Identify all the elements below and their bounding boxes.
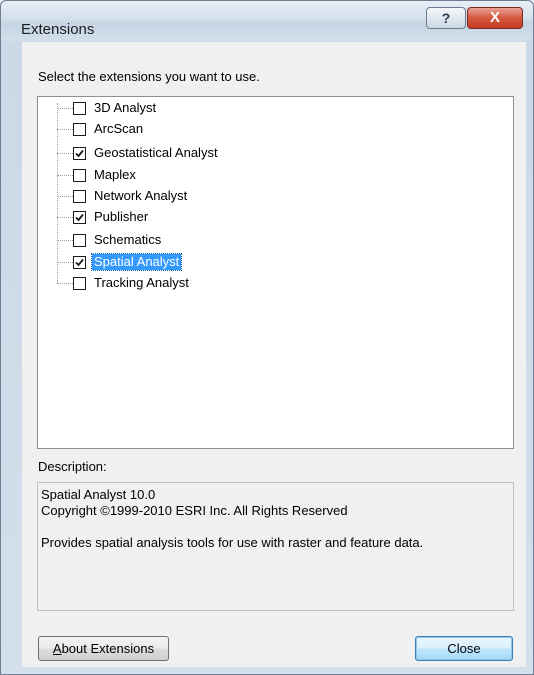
checkmark-icon	[75, 258, 84, 266]
tree-branch-line	[57, 261, 73, 263]
title-bar[interactable]: Extensions ? X	[1, 1, 533, 41]
extension-item-publisher[interactable]: Publisher	[57, 209, 150, 225]
checkmark-icon	[75, 149, 84, 157]
extension-checkbox[interactable]	[73, 101, 86, 115]
tree-branch-line	[57, 282, 73, 284]
tree-branch-line	[57, 174, 73, 176]
description-caption: Description:	[38, 459, 107, 474]
instruction-label: Select the extensions you want to use.	[38, 69, 260, 84]
extension-label[interactable]: Geostatistical Analyst	[92, 145, 220, 161]
window-close-button[interactable]: X	[467, 7, 523, 29]
extension-item-spatial-analyst[interactable]: Spatial Analyst	[57, 253, 183, 271]
tree-branch-line	[57, 107, 73, 109]
tree-branch-line	[57, 239, 73, 241]
tree-branch-line	[57, 152, 73, 154]
extension-label[interactable]: Publisher	[92, 209, 150, 225]
extension-checkbox[interactable]	[73, 276, 86, 290]
tree-branch-line	[57, 195, 73, 197]
extension-label[interactable]: Schematics	[92, 232, 163, 248]
extension-checkbox[interactable]	[73, 233, 86, 247]
extension-label[interactable]: Spatial Analyst	[90, 253, 183, 271]
extension-item-arcscan[interactable]: ArcScan	[57, 121, 145, 137]
extension-label[interactable]: 3D Analyst	[92, 100, 158, 116]
extension-checkbox[interactable]	[73, 122, 86, 136]
extension-item-geostatistical-analyst[interactable]: Geostatistical Analyst	[57, 145, 220, 161]
extension-item-schematics[interactable]: Schematics	[57, 232, 163, 248]
extension-label[interactable]: Maplex	[92, 167, 138, 183]
extension-label[interactable]: ArcScan	[92, 121, 145, 137]
extension-checkbox[interactable]	[73, 146, 86, 160]
checkmark-icon	[75, 213, 84, 221]
about-label: bout Extensions	[61, 641, 155, 656]
about-extensions-button[interactable]: About Extensions	[38, 636, 169, 661]
extension-item-maplex[interactable]: Maplex	[57, 167, 138, 183]
extension-item-network-analyst[interactable]: Network Analyst	[57, 188, 189, 204]
window-title: Extensions	[21, 21, 95, 38]
extension-item-tracking-analyst[interactable]: Tracking Analyst	[57, 275, 191, 291]
extension-checkbox[interactable]	[73, 168, 86, 182]
description-copyright: Copyright ©1999-2010 ESRI Inc. All Right…	[41, 503, 348, 518]
extension-item-3d-analyst[interactable]: 3D Analyst	[57, 100, 158, 116]
tree-branch-line	[57, 128, 73, 130]
extension-checkbox[interactable]	[73, 255, 86, 269]
extension-label[interactable]: Network Analyst	[92, 188, 189, 204]
description-title: Spatial Analyst 10.0	[41, 487, 156, 502]
help-button[interactable]: ?	[426, 7, 466, 29]
description-box: Spatial Analyst 10.0 Copyright ©1999-201…	[37, 482, 514, 611]
tree-branch-line	[57, 216, 73, 218]
description-text: Provides spatial analysis tools for use …	[41, 535, 424, 550]
about-mnemonic: A	[52, 641, 62, 656]
close-button[interactable]: Close	[415, 636, 513, 661]
extension-checkbox[interactable]	[73, 189, 86, 203]
extension-checkbox[interactable]	[73, 210, 86, 224]
extension-label[interactable]: Tracking Analyst	[92, 275, 191, 291]
